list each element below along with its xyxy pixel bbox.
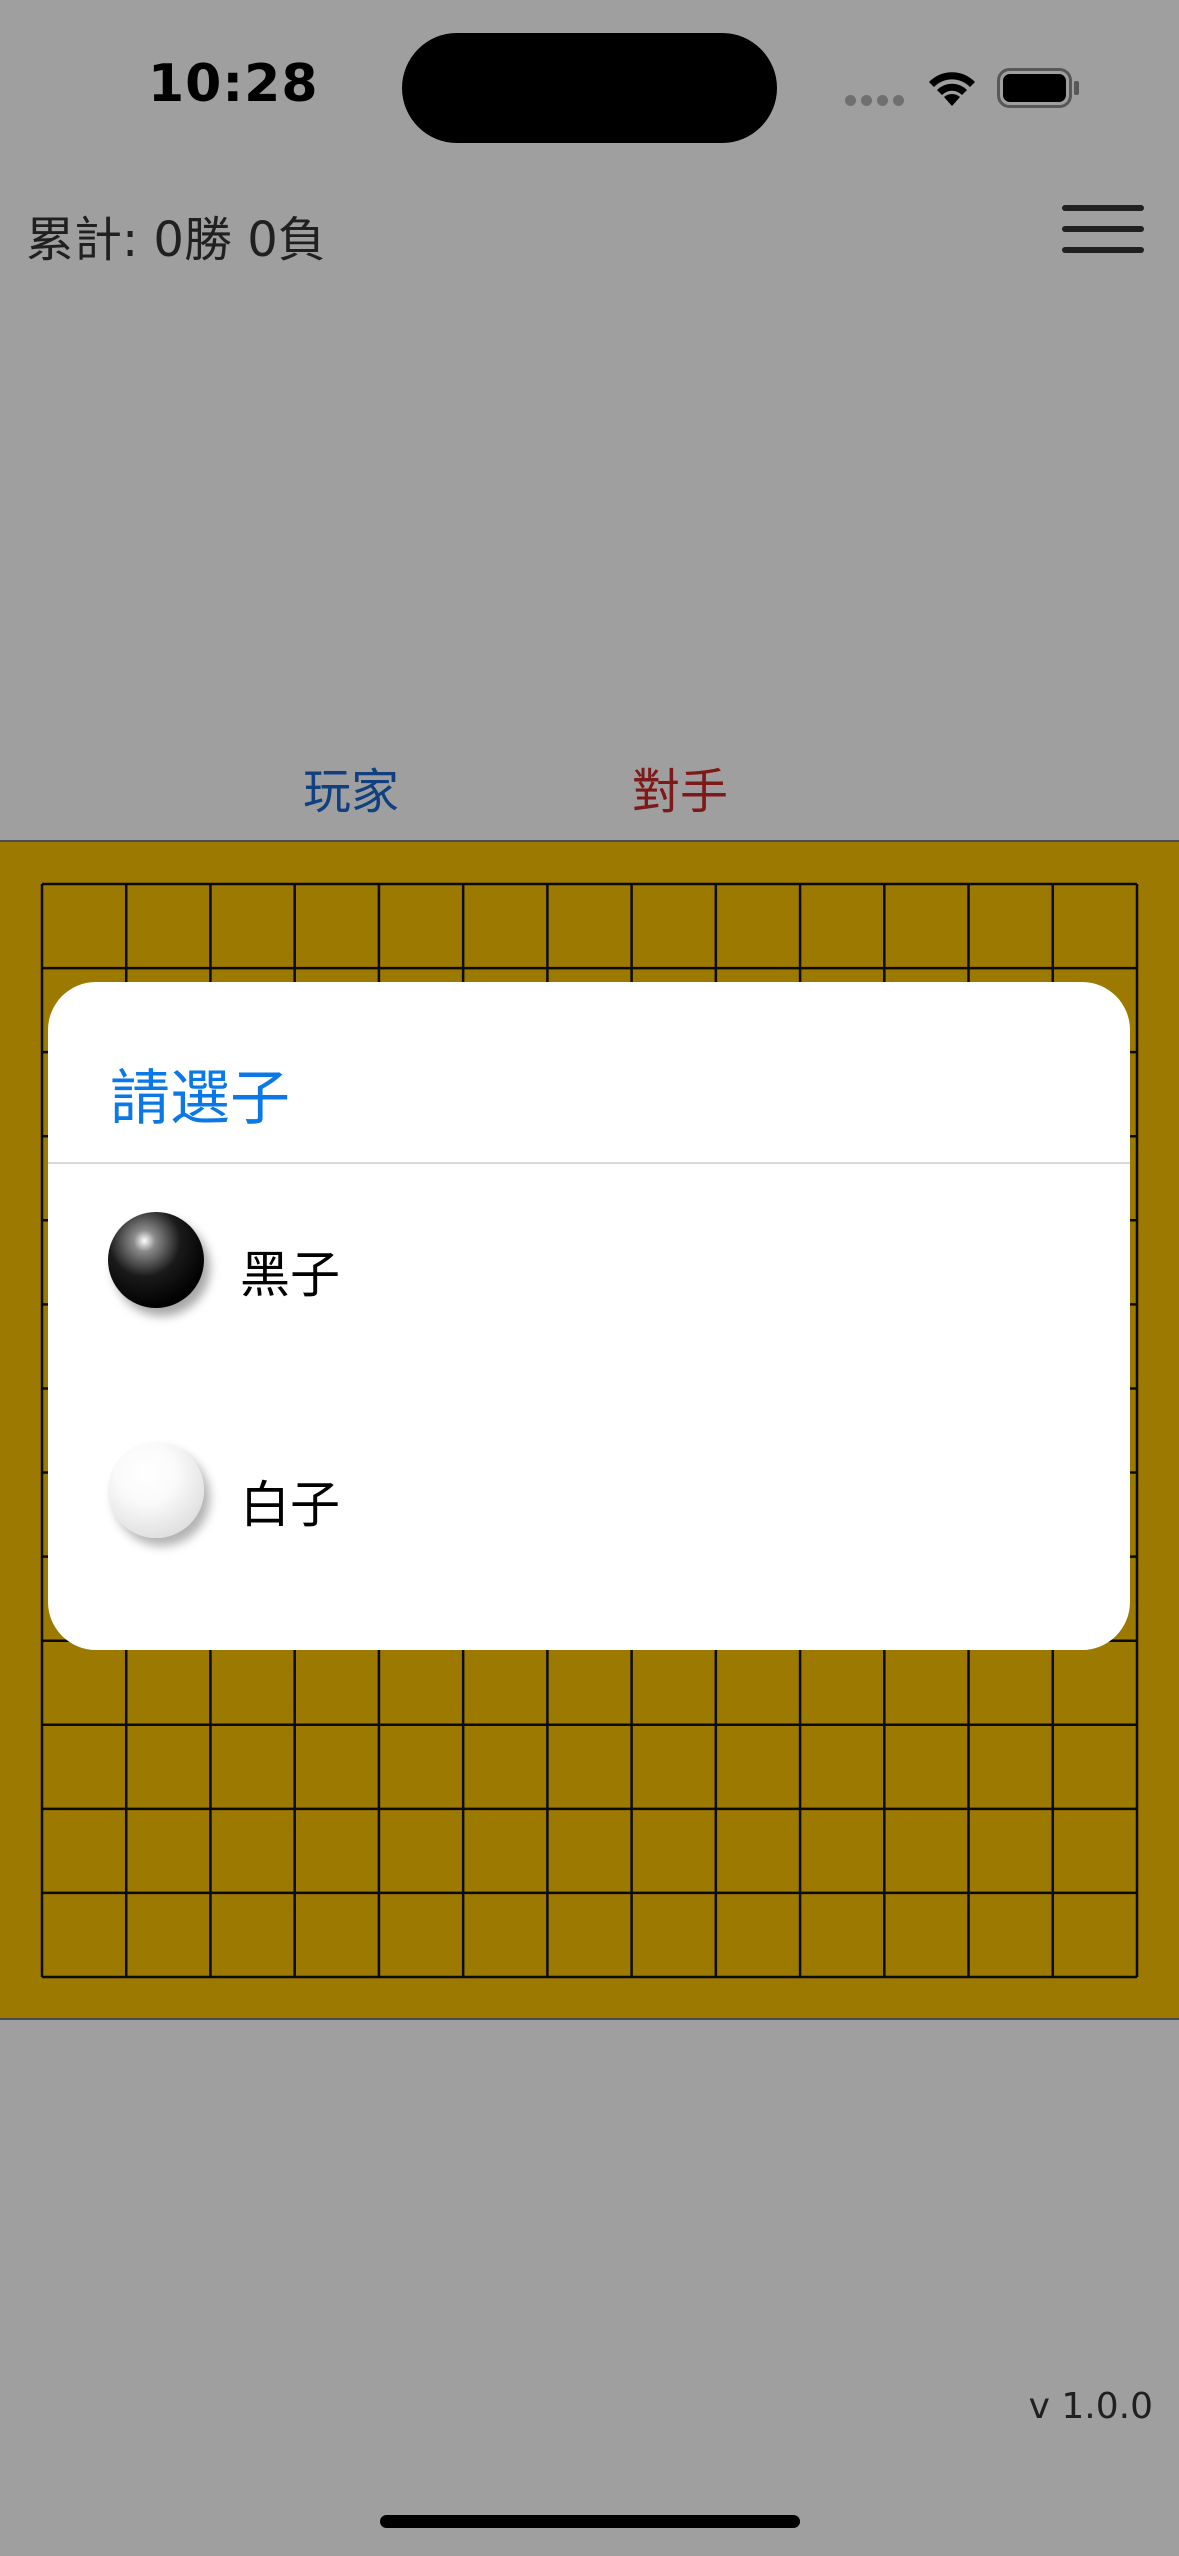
white-stone-label: 白子 [240,1476,340,1534]
white-stone-option[interactable]: 白子 [48,1407,1130,1607]
black-stone-icon [108,1212,204,1308]
choose-stone-dialog: 請選子 黑子 白子 [48,982,1130,1650]
dialog-divider [48,1162,1130,1164]
dialog-title: 請選子 [110,1064,290,1134]
home-indicator [380,2515,800,2528]
black-stone-label: 黑子 [240,1246,340,1304]
white-stone-icon [108,1442,204,1538]
black-stone-option[interactable]: 黑子 [48,1177,1130,1377]
